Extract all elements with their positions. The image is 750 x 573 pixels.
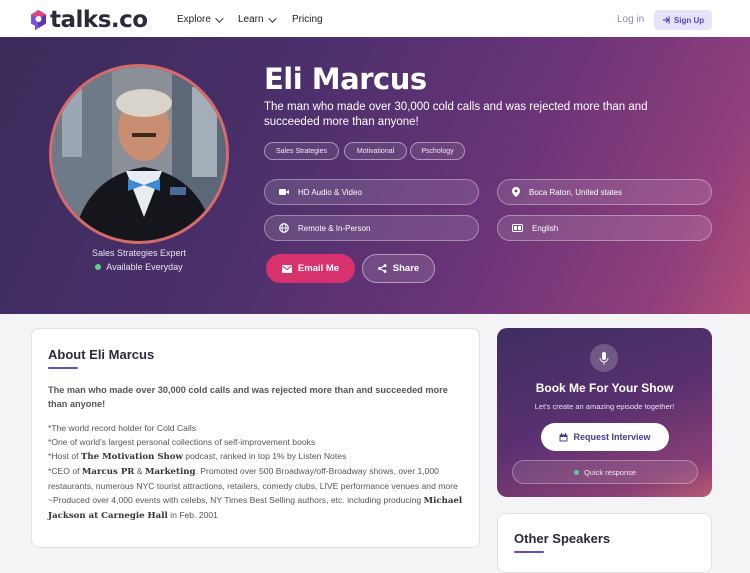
availability: Available Everyday <box>49 262 229 272</box>
detail-format: HD Audio & Video <box>264 179 479 205</box>
quick-response-badge: Quick response <box>512 460 698 484</box>
about-line: *CEO of Marcus PR & Marketing. Promoted … <box>48 464 468 493</box>
podcast-name: The Motivation Show <box>80 452 183 462</box>
about-text: in Feb. 2001 <box>167 510 218 520</box>
nav-pricing[interactable]: Pricing <box>292 14 323 25</box>
share-icon <box>377 264 387 273</box>
calendar-icon <box>559 432 568 441</box>
detail-mode: Remote & In-Person <box>264 215 479 241</box>
chevron-down-icon <box>215 13 224 23</box>
envelope-icon <box>281 264 292 273</box>
top-navbar: talks.co Explore Learn Pricing Log in Si… <box>0 0 750 38</box>
detail-language-label: English <box>532 223 559 233</box>
booking-heading: Book Me For Your Show <box>535 381 674 395</box>
nav-explore-label: Explore <box>177 14 211 25</box>
about-text: *Host of <box>48 451 81 461</box>
booking-card: Book Me For Your Show Let's create an am… <box>497 328 712 497</box>
login-arrow-icon <box>662 16 670 24</box>
about-line: ~Produced over 4,000 events with celebs,… <box>48 493 468 523</box>
about-line: *One of world's largest personal collect… <box>48 437 316 447</box>
signup-button[interactable]: Sign Up <box>654 10 712 30</box>
microphone-icon <box>590 344 618 372</box>
login-link[interactable]: Log in <box>617 14 644 25</box>
globe-icon <box>279 223 289 233</box>
about-line: *The world record holder for Cold Calls <box>48 423 197 433</box>
status-dot-icon <box>573 469 579 475</box>
logo[interactable]: talks.co <box>30 7 148 33</box>
signup-label: Sign Up <box>673 15 705 25</box>
tag-psychology[interactable]: Pschology <box>410 142 465 160</box>
nav-pricing-label: Pricing <box>292 14 323 25</box>
about-text: ~Produced over 4,000 events with celebs,… <box>48 495 424 505</box>
video-camera-icon <box>279 189 289 195</box>
email-me-button[interactable]: Email Me <box>266 254 355 283</box>
avatar <box>49 64 229 244</box>
speaker-title: Sales Strategies Expert <box>91 248 187 258</box>
other-speakers-card: Other Speakers <box>497 513 712 573</box>
nav-learn[interactable]: Learn <box>238 13 277 25</box>
detail-mode-label: Remote & In-Person <box>298 223 371 233</box>
logo-text: talks.co <box>50 7 148 33</box>
request-interview-button[interactable]: Request Interview <box>541 423 669 451</box>
nav-learn-label: Learn <box>238 14 264 25</box>
share-label: Share <box>392 263 420 274</box>
language-icon <box>512 224 523 232</box>
status-dot-icon <box>95 264 102 270</box>
request-interview-label: Request Interview <box>573 432 651 442</box>
speaker-tagline: The man who made over 30,000 cold calls … <box>264 101 648 128</box>
company-name: Marketing <box>144 467 196 477</box>
detail-language: English <box>497 215 712 241</box>
about-line: *Host of The Motivation Show podcast, ra… <box>48 449 468 464</box>
detail-location-label: Boca Raton, United states <box>529 187 622 197</box>
company-name: Marcus PR <box>81 467 135 477</box>
detail-format-label: HD Audio & Video <box>298 187 362 197</box>
other-speakers-heading: Other Speakers <box>514 531 611 546</box>
about-heading: About Eli Marcus <box>48 347 155 362</box>
speaker-name: Eli Marcus <box>264 62 427 96</box>
chevron-down-icon <box>267 13 277 23</box>
detail-location: Boca Raton, United states <box>497 179 712 205</box>
booking-subheading: Let's create an amazing episode together… <box>534 402 675 411</box>
about-card: About Eli Marcus The man who made over 3… <box>31 328 480 548</box>
nav-explore[interactable]: Explore <box>177 13 224 25</box>
about-body: *The world record holder for Cold Calls … <box>48 421 468 523</box>
about-text: *CEO of <box>48 466 82 476</box>
heading-underline <box>514 551 544 553</box>
logo-icon <box>30 9 47 31</box>
heading-underline <box>48 367 78 369</box>
availability-label: Available Everyday <box>106 262 183 272</box>
tag-motivational[interactable]: Motivational <box>344 142 407 160</box>
quick-response-label: Quick response <box>583 467 637 477</box>
about-text: & <box>134 466 145 476</box>
about-lead: The man who made over 30,000 cold calls … <box>48 385 448 409</box>
about-text: podcast, ranked in top 1% by Listen Note… <box>182 451 347 461</box>
map-pin-icon <box>512 187 520 197</box>
share-button[interactable]: Share <box>362 254 435 283</box>
email-me-label: Email Me <box>297 263 340 274</box>
tag-sales-strategies[interactable]: Sales Strategies <box>264 142 339 160</box>
